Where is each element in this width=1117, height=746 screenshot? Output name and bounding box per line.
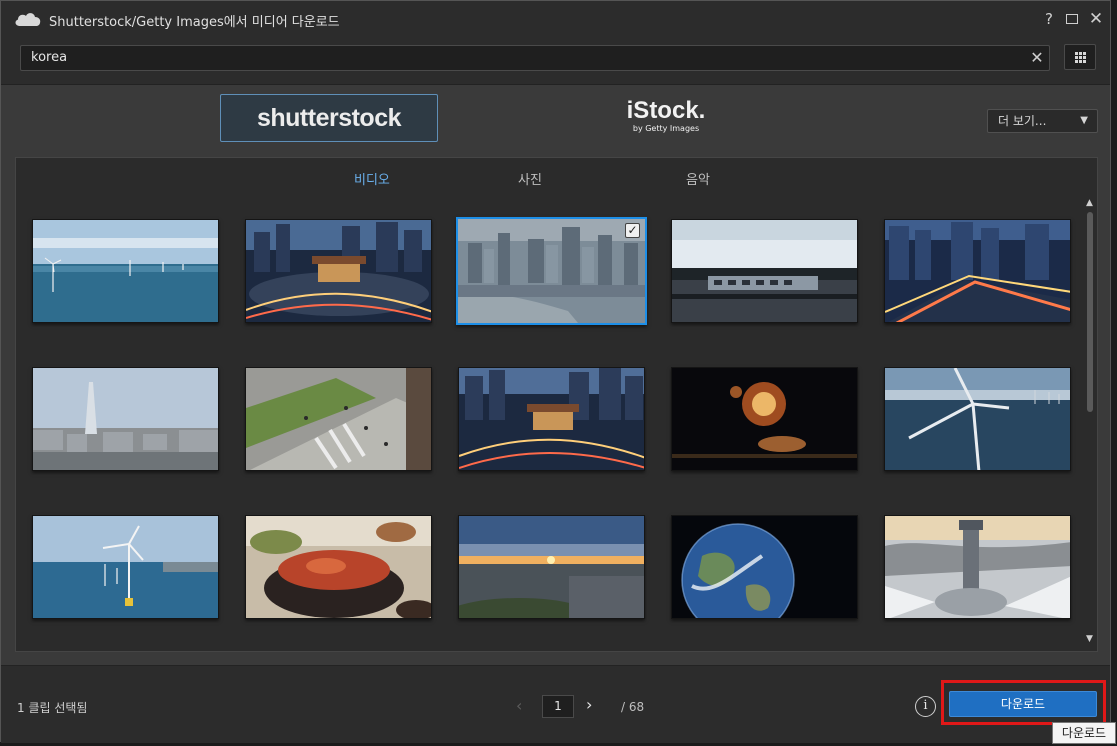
footer: 1 클립 선택됨 ‹ 1 › / 68 i 다운로드: [1, 665, 1110, 743]
grid-view-button[interactable]: [1064, 44, 1096, 70]
istock-sub-label: by Getty Images: [632, 124, 700, 133]
help-button[interactable]: ?: [1039, 9, 1059, 29]
thumbnail-night-city-gate[interactable]: [458, 367, 645, 471]
previous-page-button[interactable]: ‹: [516, 696, 522, 715]
thumbnail-night-city-gate-traffic[interactable]: [245, 219, 432, 323]
download-dialog: Shutterstock/Getty Images에서 미디어 다운로드 ? ✕…: [0, 0, 1111, 743]
shutterstock-logo: shutterstock: [256, 104, 402, 132]
thumbnail-sunset-city[interactable]: [458, 515, 645, 619]
media-browser: 비디오 사진 음악 ✓ ▲ ▼: [15, 157, 1098, 652]
thumbnail-image: [672, 368, 857, 470]
search-input[interactable]: korea: [20, 45, 1050, 71]
scroll-down-arrow[interactable]: ▼: [1086, 634, 1096, 644]
clear-icon[interactable]: ✕: [1027, 48, 1047, 68]
thumbnail-image: [459, 368, 644, 470]
thumbnail-wind-turbines-coast[interactable]: [32, 515, 219, 619]
thumbnail-image: [33, 220, 218, 322]
title-bar: Shutterstock/Getty Images에서 미디어 다운로드 ? ✕: [1, 1, 1110, 37]
shutterstock-provider[interactable]: shutterstock: [220, 94, 438, 142]
provider-bar: shutterstock iStock. by Getty Images 더 보…: [1, 86, 1110, 154]
thumbnail-fireworks[interactable]: [671, 367, 858, 471]
next-page-button[interactable]: ›: [586, 695, 592, 714]
thumbnail-city-skyline-river[interactable]: ✓: [456, 217, 647, 325]
thumbnail-earth-from-space[interactable]: [671, 515, 858, 619]
chevron-down-icon: ▼: [1080, 115, 1088, 126]
search-bar: korea ✕: [1, 37, 1110, 85]
close-icon: ✕: [1088, 9, 1104, 29]
thumbnail-train-on-bridge[interactable]: [671, 219, 858, 323]
more-dropdown-label: 더 보기...: [998, 114, 1047, 128]
selection-status: 1 클립 선택됨: [17, 701, 88, 715]
thumbnail-image: [672, 220, 857, 322]
thumbnail-wind-turbines-sea[interactable]: [32, 219, 219, 323]
download-tooltip: 다운로드: [1052, 722, 1116, 744]
maximize-button[interactable]: [1062, 9, 1082, 29]
info-icon[interactable]: i: [915, 696, 936, 717]
help-icon: ?: [1045, 10, 1053, 28]
close-button[interactable]: ✕: [1086, 9, 1106, 29]
download-button[interactable]: 다운로드: [949, 691, 1097, 717]
thumbnail-image: [246, 368, 431, 470]
thumbnail-kimchi-stew[interactable]: [245, 515, 432, 619]
scroll-up-arrow[interactable]: ▲: [1086, 198, 1096, 208]
istock-logo: iStock.: [626, 97, 706, 124]
thumbnail-image: [33, 368, 218, 470]
window-title: Shutterstock/Getty Images에서 미디어 다운로드: [49, 15, 340, 30]
scrollbar-thumb[interactable]: [1087, 212, 1093, 412]
tab-music[interactable]: 음악: [686, 169, 710, 188]
thumbnail-image: [885, 220, 1070, 322]
checkbox-icon[interactable]: ✓: [625, 223, 640, 238]
thumbnail-image: [672, 516, 857, 618]
thumbnail-lotte-tower-cityscape[interactable]: [32, 367, 219, 471]
thumbnail-image: [246, 220, 431, 322]
thumbnail-night-city-intersection[interactable]: [884, 219, 1071, 323]
cloud-icon: [15, 13, 41, 26]
istock-provider[interactable]: iStock. by Getty Images: [611, 98, 721, 142]
page-number-input[interactable]: 1: [542, 695, 574, 718]
page-total: / 68: [621, 700, 645, 714]
more-providers-dropdown[interactable]: 더 보기... ▼: [987, 109, 1098, 133]
maximize-icon: [1066, 14, 1078, 24]
tab-video[interactable]: 비디오: [354, 169, 390, 188]
tab-photo[interactable]: 사진: [518, 169, 542, 188]
thumbnail-image: [458, 219, 645, 323]
thumbnail-image: [885, 516, 1070, 618]
thumbnail-image: [459, 516, 644, 618]
thumbnail-ski-jump-tower[interactable]: [884, 515, 1071, 619]
thumbnail-image: [33, 516, 218, 618]
thumbnail-street-crosswalk-aerial[interactable]: [245, 367, 432, 471]
thumbnail-wind-turbine-closeup[interactable]: [884, 367, 1071, 471]
thumbnail-image: [885, 368, 1070, 470]
thumbnail-image: [246, 516, 431, 618]
